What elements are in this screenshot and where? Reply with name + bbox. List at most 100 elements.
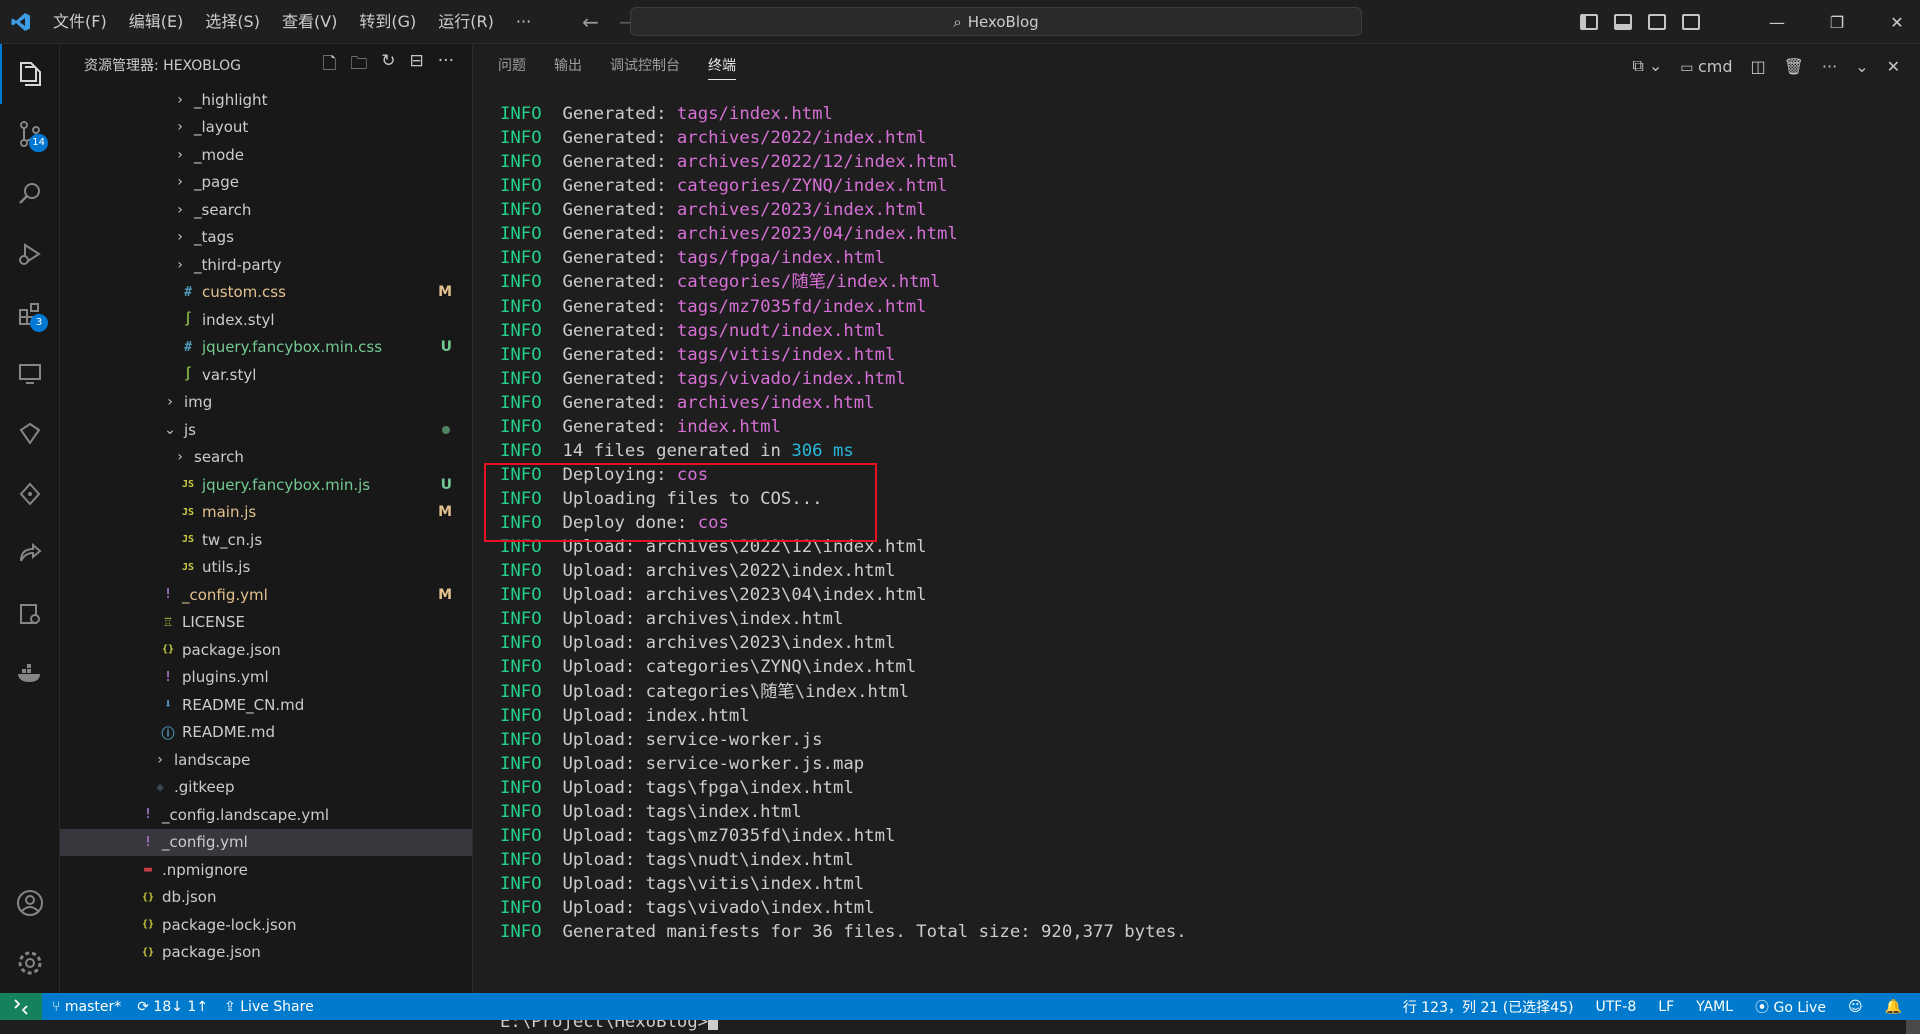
menu-item[interactable]: 转到(G) bbox=[348, 0, 427, 44]
terminal-output[interactable]: INFO Generated: tags/index.html INFO Gene… bbox=[500, 102, 1187, 944]
log-text: Generated: bbox=[562, 344, 677, 365]
tree-file[interactable]: ♖ LICENSE bbox=[60, 609, 472, 637]
tree-file[interactable]: ∫ var.styl bbox=[60, 361, 472, 389]
menu-item[interactable]: ··· bbox=[505, 0, 542, 44]
tree-file[interactable]: # jquery.fancybox.min.css U bbox=[60, 334, 472, 362]
toggle-sidebar-icon[interactable] bbox=[1580, 14, 1598, 30]
log-text: Generated: bbox=[562, 248, 677, 269]
collapse-all-icon[interactable]: ⊟ bbox=[410, 51, 424, 80]
feedback-icon[interactable]: ☺ bbox=[1848, 999, 1863, 1015]
tree-folder[interactable]: ⌄ js bbox=[60, 416, 472, 444]
encoding[interactable]: UTF-8 bbox=[1595, 999, 1636, 1015]
stylus-file-icon: ∫ bbox=[184, 367, 192, 383]
terminal-line: INFO Upload: service-worker.js.map bbox=[500, 752, 1187, 776]
go-live-item[interactable]: ⦿ Go Live bbox=[1755, 997, 1826, 1017]
tree-file[interactable]: ⓘ README.md bbox=[60, 719, 472, 747]
split-icon[interactable]: ◫ bbox=[1750, 57, 1765, 76]
menu-item[interactable]: 选择(S) bbox=[194, 0, 271, 44]
terminal-instance[interactable]: ▭ cmd bbox=[1680, 57, 1732, 76]
tree-file[interactable]: ∫ index.styl bbox=[60, 306, 472, 334]
tree-folder[interactable]: › _third-party bbox=[60, 251, 472, 279]
tree-file[interactable]: {} package-lock.json bbox=[60, 911, 472, 939]
notifications-bell-icon[interactable]: 🔔 bbox=[1885, 999, 1902, 1015]
more-actions-icon[interactable]: ··· bbox=[438, 51, 454, 80]
cursor-position[interactable]: 行 123，列 21 (已选择45) bbox=[1403, 997, 1574, 1017]
close-icon[interactable]: ✕ bbox=[1874, 13, 1920, 32]
explorer-icon[interactable] bbox=[0, 44, 60, 104]
eol[interactable]: LF bbox=[1658, 999, 1674, 1015]
explorer-header: 资源管理器: HEXOBLOG 🗋 🗀 ↻ ⊟ ··· bbox=[60, 44, 472, 86]
more-icon[interactable]: ··· bbox=[1822, 57, 1837, 76]
tree-folder[interactable]: › search bbox=[60, 444, 472, 472]
minimize-icon[interactable]: — bbox=[1754, 13, 1800, 32]
settings-gear-icon[interactable] bbox=[0, 933, 60, 993]
new-file-icon[interactable]: 🗋 bbox=[323, 51, 337, 80]
git-graph-icon[interactable] bbox=[0, 464, 60, 524]
tree-file[interactable]: ! _config.yml M bbox=[60, 581, 472, 609]
tree-folder[interactable]: › _page bbox=[60, 169, 472, 197]
restore-icon[interactable]: ❐ bbox=[1814, 13, 1860, 32]
testing-icon[interactable] bbox=[0, 404, 60, 464]
branch-item[interactable]: ⑂ master* bbox=[52, 999, 121, 1015]
tree-folder[interactable]: › landscape bbox=[60, 746, 472, 774]
panel-tab[interactable]: 问题 bbox=[498, 44, 526, 88]
refresh-icon[interactable]: ↻ bbox=[381, 51, 395, 80]
close-panel-icon[interactable]: ✕ bbox=[1887, 57, 1900, 76]
tree-file[interactable]: ! _config.landscape.yml bbox=[60, 801, 472, 829]
extensions-icon[interactable]: 3 bbox=[0, 284, 60, 344]
command-center-search[interactable]: ⌕ HexoBlog bbox=[630, 7, 1362, 36]
back-arrow-icon[interactable]: ← bbox=[582, 10, 599, 34]
toggle-panel-icon[interactable] bbox=[1614, 14, 1632, 30]
source-control-icon[interactable]: 14 bbox=[0, 104, 60, 164]
terminal-line: INFO Generated: tags/fpga/index.html bbox=[500, 246, 1187, 270]
maximize-chevron-icon[interactable]: ⌄ bbox=[1855, 57, 1868, 76]
panel-tab[interactable]: 终端 bbox=[708, 44, 736, 88]
container-icon[interactable] bbox=[0, 584, 60, 644]
tree-file[interactable]: {} package.json bbox=[60, 636, 472, 664]
tree-file[interactable]: JS utils.js bbox=[60, 554, 472, 582]
git-status-badge: M bbox=[438, 504, 452, 521]
tree-folder[interactable]: › _search bbox=[60, 196, 472, 224]
npm-file-icon: ▬ bbox=[144, 862, 152, 878]
tree-file[interactable]: JS tw_cn.js bbox=[60, 526, 472, 554]
language-mode[interactable]: YAML bbox=[1696, 999, 1733, 1015]
tree-file[interactable]: JS jquery.fancybox.min.js U bbox=[60, 471, 472, 499]
tree-folder[interactable]: › img bbox=[60, 389, 472, 417]
tree-label: jquery.fancybox.min.css bbox=[202, 338, 383, 357]
live-share-icon[interactable] bbox=[0, 524, 60, 584]
remote-explorer-icon[interactable] bbox=[0, 344, 60, 404]
new-folder-icon[interactable]: 🗀 bbox=[350, 51, 367, 80]
tree-file[interactable]: ▬ .npmignore bbox=[60, 856, 472, 884]
tree-folder[interactable]: › _mode bbox=[60, 141, 472, 169]
docker-icon[interactable] bbox=[0, 644, 60, 704]
tree-file[interactable]: ! _config.yml bbox=[60, 828, 472, 856]
run-debug-icon[interactable] bbox=[0, 224, 60, 284]
menu-item[interactable]: 文件(F) bbox=[42, 0, 118, 44]
tree-file[interactable]: # custom.css M bbox=[60, 279, 472, 307]
live-share-item[interactable]: ⇪ Live Share bbox=[224, 999, 314, 1015]
menu-item[interactable]: 编辑(E) bbox=[118, 0, 195, 44]
tree-folder[interactable]: › _highlight bbox=[60, 86, 472, 114]
menu-item[interactable]: 运行(R) bbox=[427, 0, 505, 44]
search-icon[interactable] bbox=[0, 164, 60, 224]
tree-file[interactable]: ◈ .gitkeep bbox=[60, 774, 472, 802]
tree-folder[interactable]: › _layout bbox=[60, 114, 472, 142]
log-value: cos bbox=[676, 464, 709, 485]
tree-file[interactable]: ! plugins.yml bbox=[60, 664, 472, 692]
log-text: Generated: bbox=[562, 368, 677, 389]
account-icon[interactable] bbox=[0, 873, 60, 933]
trash-icon[interactable]: 🗑 bbox=[1784, 57, 1804, 76]
remote-indicator-icon[interactable] bbox=[0, 993, 42, 1020]
toggle-secondary-sidebar-icon[interactable] bbox=[1648, 14, 1666, 30]
tree-folder[interactable]: › _tags bbox=[60, 224, 472, 252]
panel-tab[interactable]: 输出 bbox=[554, 44, 582, 88]
tree-file[interactable]: ⬇ README_CN.md bbox=[60, 691, 472, 719]
panel-tab[interactable]: 调试控制台 bbox=[610, 44, 680, 88]
split-terminal-dropdown-icon[interactable]: ⧉ ⌄ bbox=[1632, 56, 1662, 76]
tree-file[interactable]: JS main.js M bbox=[60, 499, 472, 527]
tree-file[interactable]: {} package.json bbox=[60, 939, 472, 967]
menu-item[interactable]: 查看(V) bbox=[271, 0, 348, 44]
customize-layout-icon[interactable] bbox=[1682, 14, 1700, 30]
tree-file[interactable]: {} db.json bbox=[60, 884, 472, 912]
sync-item[interactable]: ⟳ 18↓ 1↑ bbox=[137, 999, 208, 1015]
